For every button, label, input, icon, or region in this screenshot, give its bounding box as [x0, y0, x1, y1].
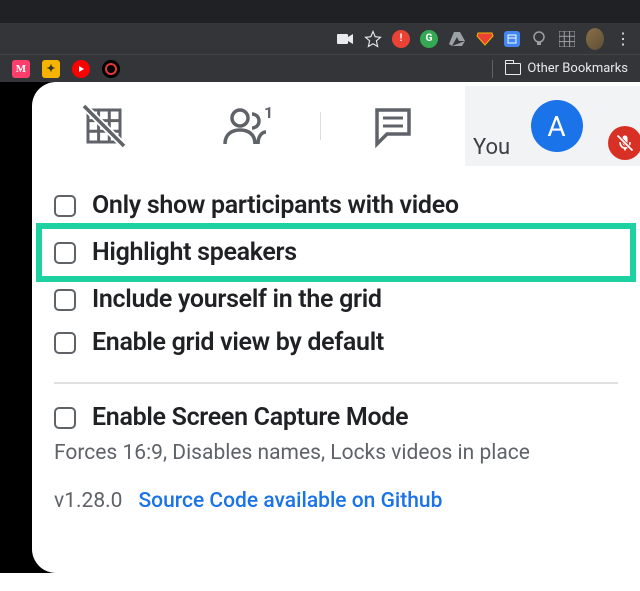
bookmark-icon-4[interactable] [102, 60, 120, 78]
option-include-yourself[interactable]: Include yourself in the grid [54, 278, 618, 321]
mic-muted-icon[interactable] [608, 126, 640, 160]
version-label: v1.28.0 [54, 489, 122, 513]
extension-icon-drive[interactable] [448, 30, 466, 48]
options-list: Only show participants with video Highli… [32, 166, 640, 513]
star-icon[interactable] [364, 30, 382, 48]
self-avatar: A [531, 100, 583, 152]
bookmark-myntra-icon[interactable]: M [12, 60, 30, 78]
extension-icon-grammarly[interactable]: G [420, 30, 438, 48]
self-video-tile[interactable]: A You [465, 86, 640, 166]
tab-grid-off[interactable] [32, 86, 176, 166]
extension-icon-1[interactable]: ! [392, 30, 410, 48]
extension-icon-4[interactable] [504, 31, 520, 47]
option-highlight-speakers[interactable]: Highlight speakers [54, 231, 618, 274]
option-label: Include yourself in the grid [92, 285, 382, 314]
option-enable-default[interactable]: Enable grid view by default [54, 321, 618, 364]
extension-icon-grid[interactable] [558, 30, 576, 48]
tab-chat[interactable] [321, 86, 465, 166]
checkbox[interactable] [54, 407, 76, 429]
tab-people[interactable]: 1 [176, 86, 320, 166]
settings-panel: 1 A You [32, 82, 640, 573]
checkbox[interactable] [54, 332, 76, 354]
other-bookmarks-label: Other Bookmarks [527, 61, 628, 76]
browser-tab-area [0, 0, 640, 23]
browser-toolbar: ! G ⋮ [0, 23, 640, 54]
bookmarks-bar: M ✦ Other Bookmarks [0, 54, 640, 82]
highlight-annotation: Highlight speakers [36, 223, 636, 282]
main-area: 1 A You [0, 82, 640, 573]
divider [54, 382, 618, 384]
bookmarks-divider [492, 60, 493, 78]
checkbox[interactable] [54, 289, 76, 311]
tabs-row: 1 A You [32, 86, 640, 166]
checkbox[interactable] [54, 242, 76, 264]
bookmark-youtube-icon[interactable] [72, 60, 90, 78]
profile-avatar-icon[interactable] [586, 30, 604, 48]
option-only-video[interactable]: Only show participants with video [54, 184, 618, 227]
option-label: Only show participants with video [92, 191, 459, 220]
option-screen-capture[interactable]: Enable Screen Capture Mode [54, 396, 618, 439]
more-icon[interactable]: ⋮ [614, 30, 632, 48]
svg-text:1: 1 [264, 106, 273, 122]
avatar-letter: A [547, 110, 565, 143]
self-label: You [473, 135, 510, 160]
other-bookmarks-button[interactable]: Other Bookmarks [505, 61, 628, 76]
camera-icon[interactable] [336, 30, 354, 48]
option-label: Enable grid view by default [92, 328, 384, 357]
extension-icon-superman[interactable] [476, 30, 494, 48]
extension-icon-bulb[interactable] [530, 30, 548, 48]
source-code-link[interactable]: Source Code available on Github [138, 489, 442, 513]
bookmark-icon-2[interactable]: ✦ [42, 60, 60, 78]
screen-capture-description: Forces 16:9, Disables names, Locks video… [54, 439, 618, 465]
checkbox[interactable] [54, 195, 76, 217]
folder-icon [505, 63, 521, 75]
footer: v1.28.0 Source Code available on Github [54, 465, 618, 513]
option-label: Enable Screen Capture Mode [92, 403, 408, 432]
left-margin [0, 82, 32, 573]
option-label: Highlight speakers [92, 238, 297, 267]
